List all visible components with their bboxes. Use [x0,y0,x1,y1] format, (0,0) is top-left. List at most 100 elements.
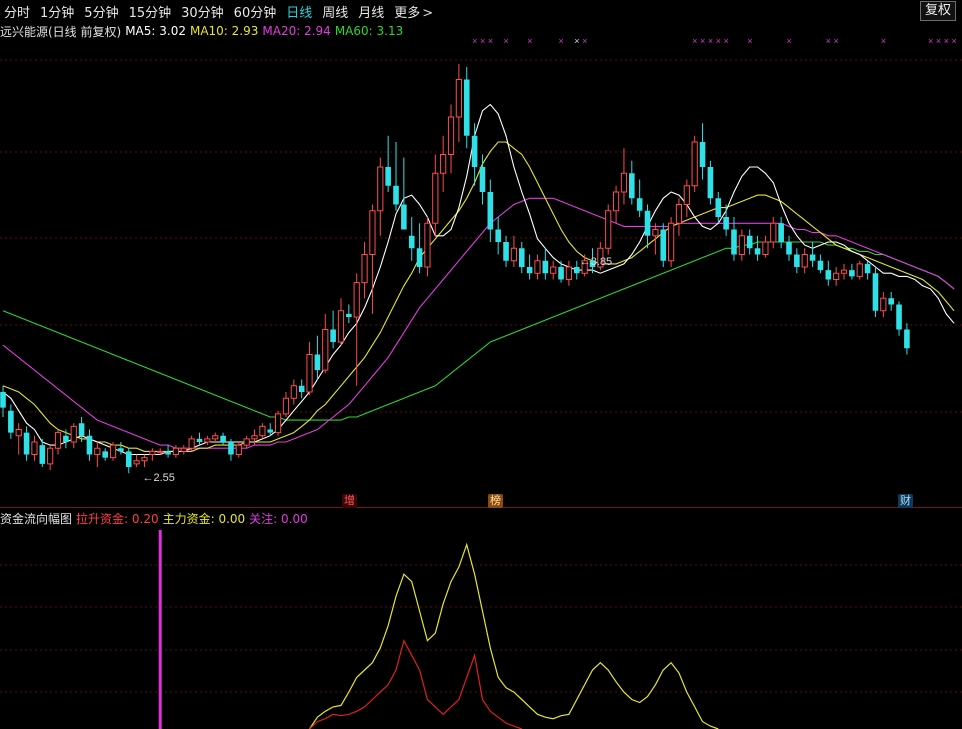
candle-body [47,447,54,465]
candle-body [495,229,501,242]
candle-body [707,167,714,199]
candle-body [794,254,800,267]
candle-body [298,385,305,392]
sell-mark: × [488,36,493,46]
sell-mark: × [944,36,949,46]
candle-body [133,460,140,465]
candle [864,260,871,280]
candle-body [78,423,85,436]
candle [54,429,62,455]
candle-body [542,260,549,274]
candle-body [715,198,722,217]
candle-body [125,451,132,467]
candle [675,198,683,236]
candle-body [15,429,22,437]
candle-body [267,429,274,433]
candle [479,154,486,205]
candle [746,229,753,255]
candle-body [141,457,148,462]
candle [455,63,462,142]
mark-bang[interactable]: 榜 [488,494,503,508]
candle-body [675,204,683,224]
candle-body [801,254,808,268]
candle [778,217,784,249]
sell-mark: × [936,36,941,46]
candle [275,410,282,436]
candle-body [39,445,46,464]
lift-fund-value: 拉升资金: 0.20 [76,511,159,526]
kline-chart[interactable]: ××××××××××××××××××××××××× ←3.85 ←2.55 [0,0,962,729]
candle-body [228,442,234,455]
candle-body [94,447,101,455]
candle [196,432,203,446]
candle-body [259,425,266,437]
candle [180,445,187,455]
candle [558,260,564,283]
sell-mark: × [747,36,752,46]
candle-body [385,167,391,186]
candle-body [102,451,108,458]
candle-body [872,273,879,311]
candle [840,263,848,280]
lift-fund-line [309,638,523,729]
sell-mark: × [826,36,831,46]
candle-body [212,435,219,440]
candle-body [63,435,69,442]
candle-body [188,438,195,449]
mark-zeng[interactable]: 增 [342,494,357,508]
candle-body [550,266,557,274]
candle-body [612,191,620,212]
candle [896,301,902,336]
candle-body [778,223,784,242]
candle-body [683,185,690,205]
candle-body [424,222,431,268]
ma5-polyline [2,103,955,456]
candle-body [322,329,329,371]
candle-body [809,254,816,261]
candle-body [746,235,753,249]
candle-body [738,235,745,255]
candle [738,229,745,261]
candle [605,204,612,255]
ma10-line [2,141,955,452]
sell-mark: × [582,36,587,46]
candle-body [361,254,368,284]
mark-cai[interactable]: 财 [898,494,913,508]
candle [542,248,549,280]
candle-body [369,210,376,255]
ma10-polyline [2,141,955,452]
candle-body [833,272,840,280]
candle-body [904,329,910,349]
candle-body [856,263,863,277]
candle [573,260,580,280]
candle-body [699,142,706,167]
candle [644,204,651,249]
candle-body [573,267,580,274]
fund-chart [158,530,719,729]
candle-body [849,270,855,277]
candle-body [487,192,494,230]
candle [346,304,352,324]
candle-body [275,413,282,434]
candle [770,217,777,249]
candle-body [605,210,612,249]
sell-mark: × [527,36,532,46]
candle-body [220,435,226,442]
candle-body [471,135,478,167]
candle [408,217,415,261]
candle-body [479,167,486,192]
candle-body [510,247,517,262]
candle-body [401,204,407,230]
candle [526,254,533,280]
candle-body [636,198,643,211]
candle [8,404,14,439]
candle-body [691,141,698,187]
chart-grid [0,59,962,693]
sell-mark: × [708,36,713,46]
candle-body [282,397,290,415]
candle-body [70,425,77,443]
candle-body [558,267,564,280]
candle-body [817,260,824,271]
candle-body [180,447,187,452]
ma20-polyline [2,197,955,449]
